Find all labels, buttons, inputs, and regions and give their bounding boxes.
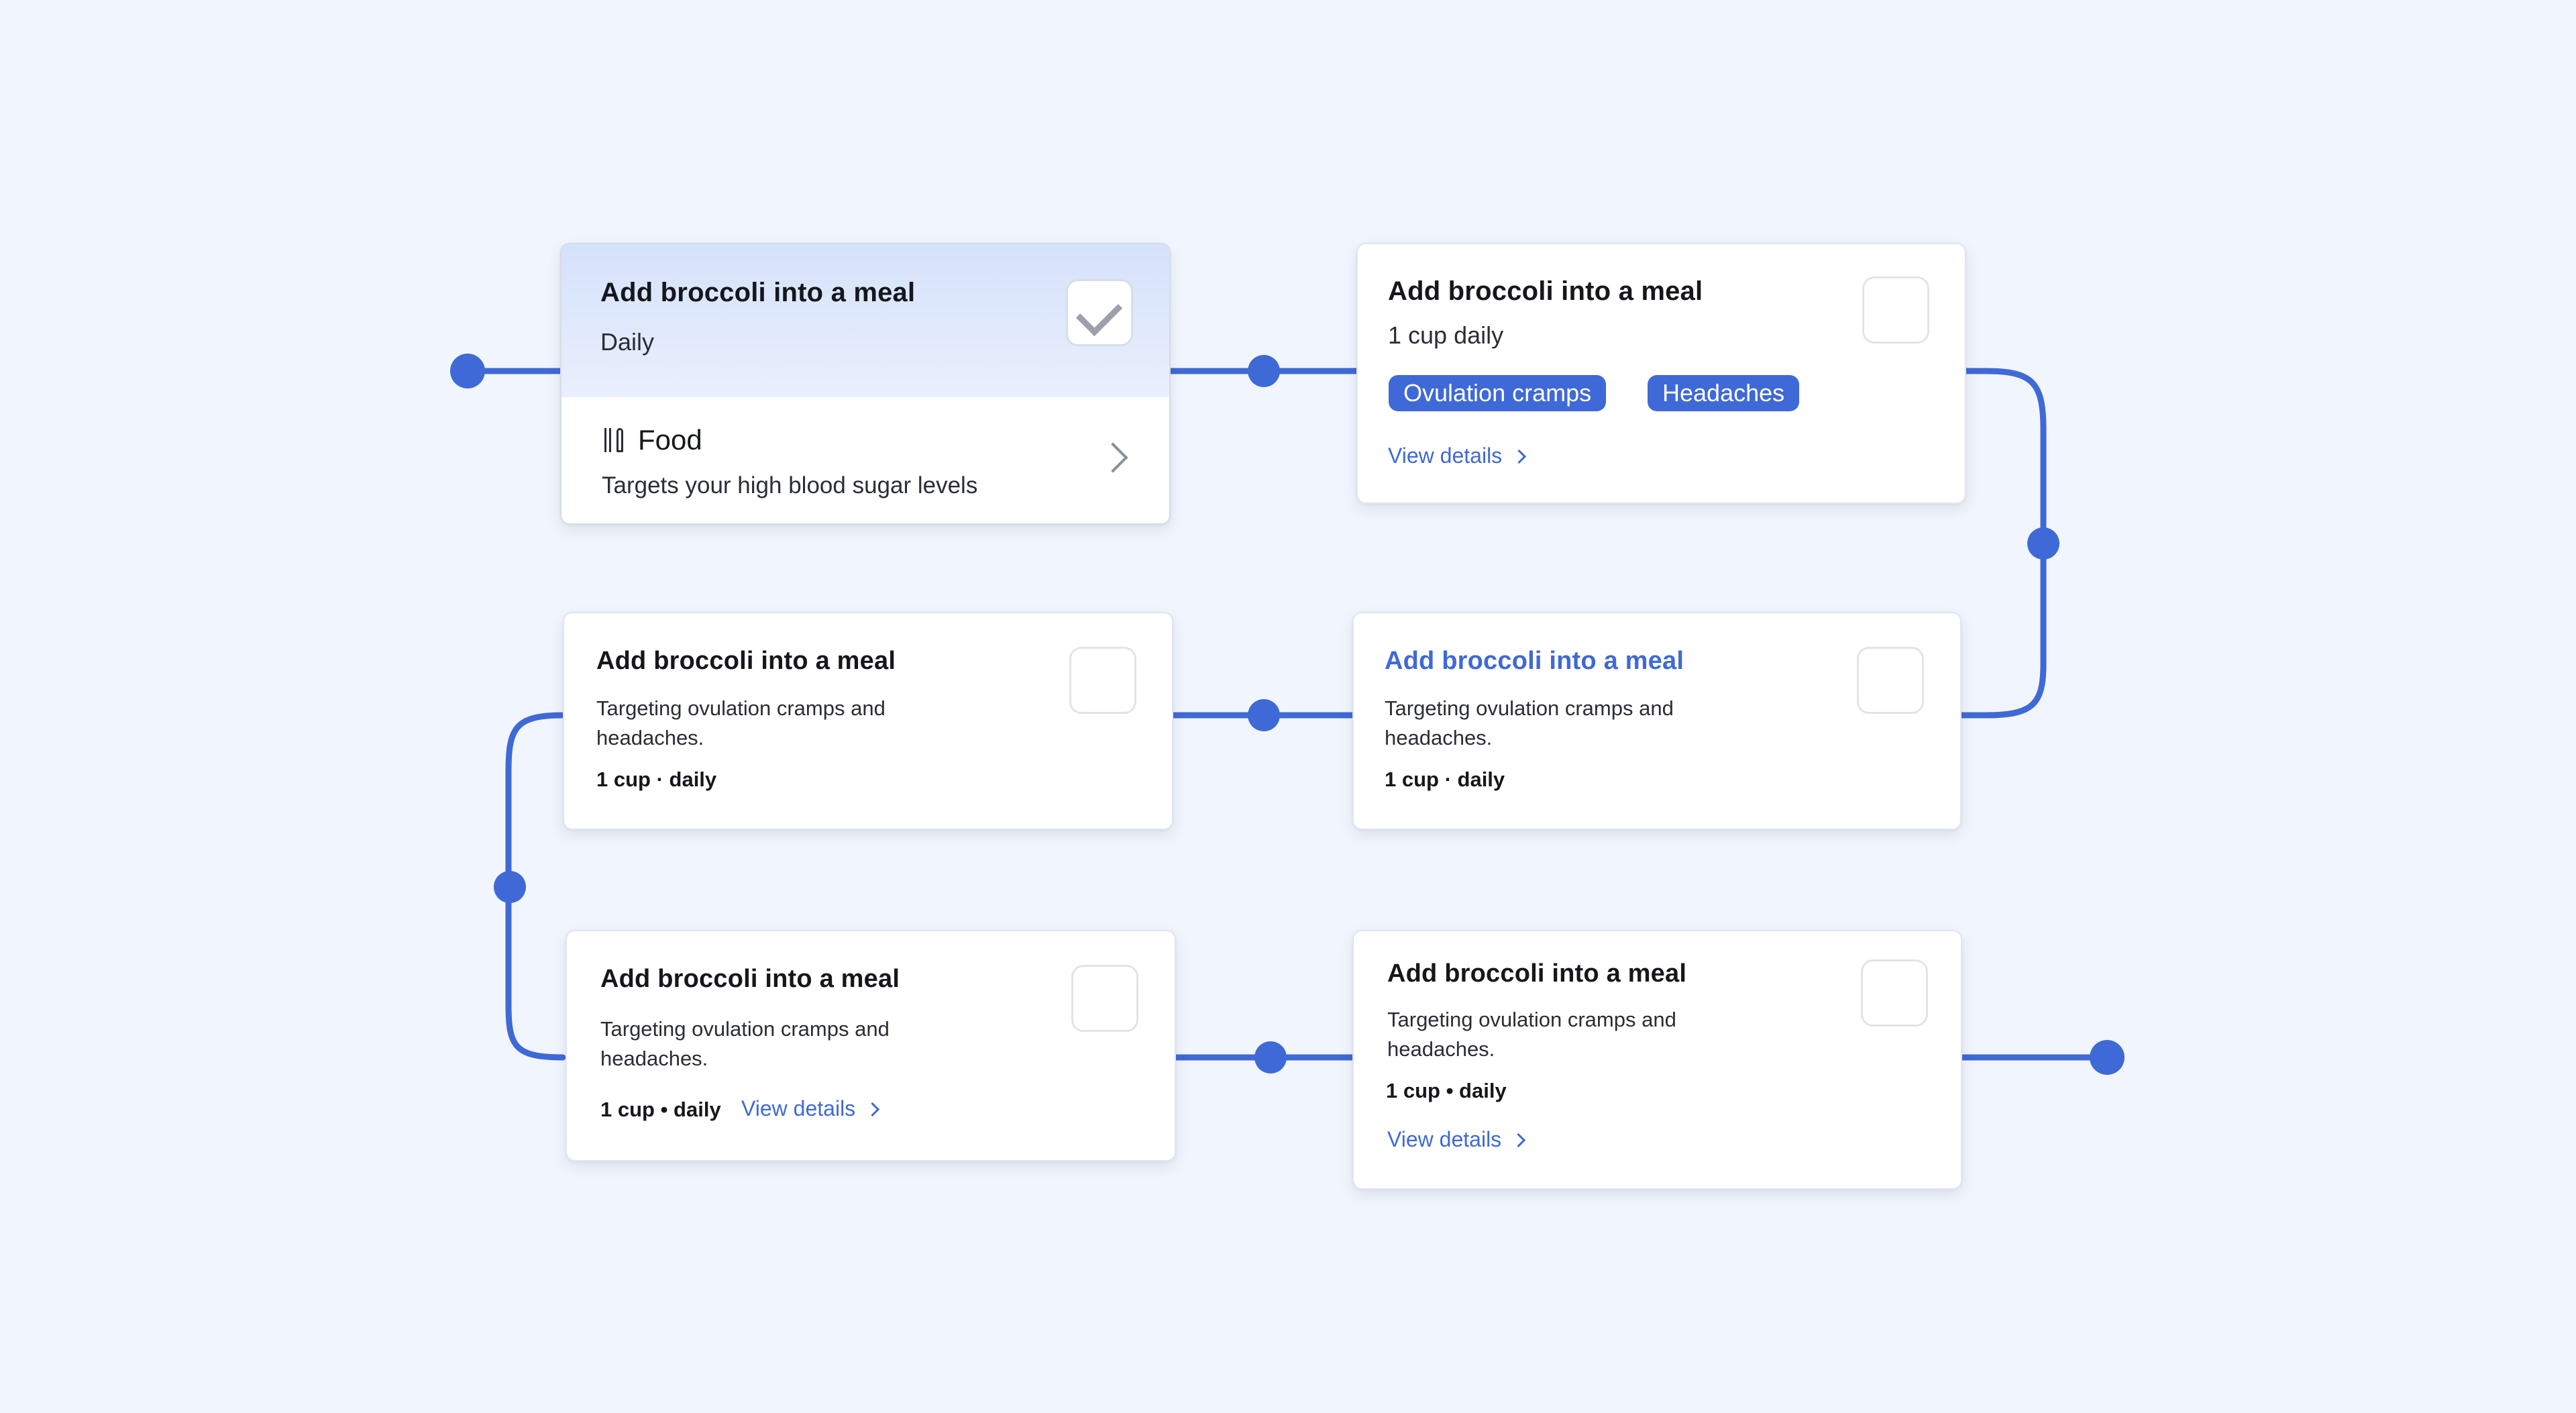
habit-checkbox[interactable]	[1066, 279, 1133, 346]
category-row[interactable]: Food	[602, 424, 702, 456]
habit-checkbox[interactable]	[1861, 959, 1928, 1027]
habit-checkbox[interactable]	[1069, 647, 1136, 714]
view-details-link[interactable]: View details	[741, 1096, 880, 1121]
utensils-icon	[602, 427, 626, 454]
habit-checkbox[interactable]	[1857, 647, 1924, 714]
tag-ovulation-cramps[interactable]: Ovulation cramps	[1389, 375, 1607, 411]
category-description: Targets your high blood sugar levels	[602, 472, 978, 499]
timeline-node	[494, 871, 526, 903]
timeline-node	[2090, 1040, 2125, 1075]
habit-meta: 1 cup • daily	[600, 1098, 721, 1121]
habit-card[interactable]: Add broccoli into a meal Targeting ovula…	[563, 612, 1173, 830]
habit-card[interactable]: Add broccoli into a meal Targeting ovula…	[1352, 930, 1962, 1190]
habit-description: Targeting ovulation cramps and headaches…	[600, 1017, 890, 1070]
chevron-right-icon[interactable]	[1097, 442, 1128, 473]
habit-title: Add broccoli into a meal	[600, 278, 916, 307]
timeline-node	[1248, 355, 1280, 387]
habit-description: Targeting ovulation cramps and headaches…	[1385, 696, 1674, 749]
chevron-right-icon	[1512, 449, 1527, 464]
check-icon	[1075, 289, 1123, 337]
timeline-node	[1248, 699, 1280, 731]
habit-meta: 1 cup · daily	[596, 768, 717, 791]
habit-checkbox[interactable]	[1071, 965, 1138, 1032]
tag-headaches[interactable]: Headaches	[1648, 375, 1800, 411]
view-details-link[interactable]: View details	[1388, 443, 1527, 468]
habit-title: Add broccoli into a meal	[596, 647, 896, 675]
view-details-label: View details	[1388, 443, 1503, 468]
view-details-label: View details	[1387, 1127, 1502, 1151]
habit-description: Targeting ovulation cramps and headaches…	[596, 696, 885, 749]
habit-card[interactable]: Add broccoli into a meal 1 cup daily Ovu…	[1356, 243, 1966, 504]
timeline-connector	[450, 354, 2125, 1075]
roadmap-canvas: Add broccoli into a meal Daily Food Targ…	[0, 0, 2576, 1413]
habit-dose: 1 cup daily	[1388, 321, 1504, 349]
habit-card[interactable]: Add broccoli into a meal Targeting ovula…	[1352, 612, 1962, 830]
timeline-node	[1254, 1041, 1287, 1074]
habit-title: Add broccoli into a meal	[1387, 959, 1687, 988]
habit-meta: 1 cup • daily	[1386, 1079, 1507, 1102]
habit-card-selected[interactable]: Add broccoli into a meal Daily Food Targ…	[560, 243, 1171, 525]
view-details-link[interactable]: View details	[1387, 1127, 1526, 1152]
category-label: Food	[638, 424, 702, 456]
habit-description: Targeting ovulation cramps and headaches…	[1387, 1008, 1676, 1061]
habit-checkbox[interactable]	[1862, 276, 1929, 344]
chevron-right-icon	[1511, 1133, 1526, 1148]
chevron-right-icon	[865, 1102, 880, 1117]
view-details-label: View details	[741, 1096, 856, 1120]
habit-frequency: Daily	[600, 328, 655, 356]
timeline-node	[450, 354, 485, 388]
habit-title: Add broccoli into a meal	[600, 965, 900, 993]
habit-card[interactable]: Add broccoli into a meal Targeting ovula…	[566, 930, 1176, 1161]
timeline-node	[2027, 527, 2059, 560]
habit-title: Add broccoli into a meal	[1388, 276, 1703, 306]
habit-meta: 1 cup · daily	[1385, 768, 1505, 791]
habit-title[interactable]: Add broccoli into a meal	[1385, 647, 1684, 676]
